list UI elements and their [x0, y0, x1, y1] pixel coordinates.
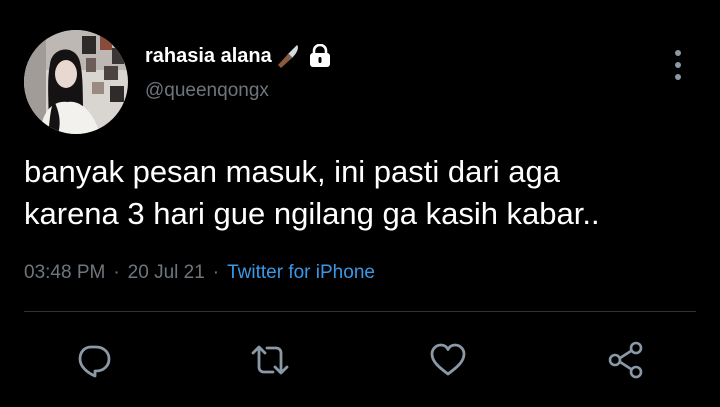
tweet-text-line: karena 3 hari gue ngilang ga kasih kabar… [24, 196, 600, 231]
tweet-date[interactable]: 20 Jul 21 [128, 262, 205, 284]
retweet-button[interactable] [248, 338, 292, 382]
share-icon [608, 341, 643, 379]
profile-photo [24, 30, 128, 134]
lock-icon [309, 43, 331, 68]
knife-emoji-icon [275, 43, 301, 69]
retweet-icon [251, 345, 289, 375]
display-name-row: rahasia alana [145, 42, 331, 70]
meta-separator: · [212, 262, 220, 283]
divider [24, 311, 696, 312]
tweet-text: banyak pesan masuk, ini pasti dari aga k… [24, 151, 704, 235]
display-name[interactable]: rahasia alana [145, 45, 272, 68]
vertical-ellipsis-icon [675, 50, 681, 56]
avatar[interactable] [24, 30, 128, 134]
tweet-text-line: banyak pesan masuk, ini pasti dari aga [24, 154, 560, 189]
share-button[interactable] [604, 338, 648, 382]
user-handle[interactable]: @queenqongx [145, 80, 269, 102]
reply-button[interactable] [72, 338, 116, 382]
meta-separator: · [113, 262, 120, 283]
tweet-time[interactable]: 03:48 PM [24, 262, 105, 284]
reply-bubble-icon [78, 345, 111, 378]
heart-icon [430, 343, 466, 376]
tweet-source-link[interactable]: Twitter for iPhone [227, 262, 375, 284]
tweet-meta: 03:48 PM · 20 Jul 21 · Twitter for iPhon… [24, 262, 375, 284]
more-options-button[interactable] [664, 50, 692, 80]
like-button[interactable] [426, 338, 470, 382]
